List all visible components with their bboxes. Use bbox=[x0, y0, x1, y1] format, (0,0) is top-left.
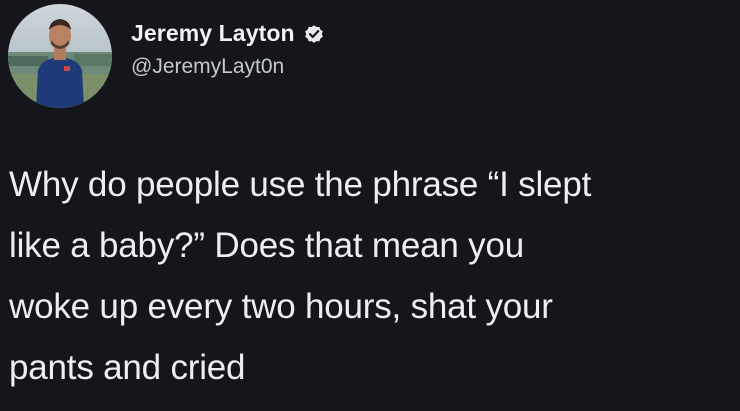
tweet-text: Why do people use the phrase “I slept li… bbox=[9, 165, 592, 387]
avatar[interactable] bbox=[8, 4, 112, 108]
profile-photo-icon bbox=[8, 4, 112, 108]
author-info: Jeremy Layton @JeremyLayt0n bbox=[131, 20, 325, 79]
verified-badge-icon bbox=[304, 24, 323, 43]
user-handle[interactable]: @JeremyLayt0n bbox=[131, 55, 325, 79]
display-name[interactable]: Jeremy Layton bbox=[131, 20, 295, 47]
name-row: Jeremy Layton bbox=[131, 20, 325, 47]
tweet-card: Jeremy Layton @JeremyLayt0n Why do peopl… bbox=[0, 0, 740, 411]
